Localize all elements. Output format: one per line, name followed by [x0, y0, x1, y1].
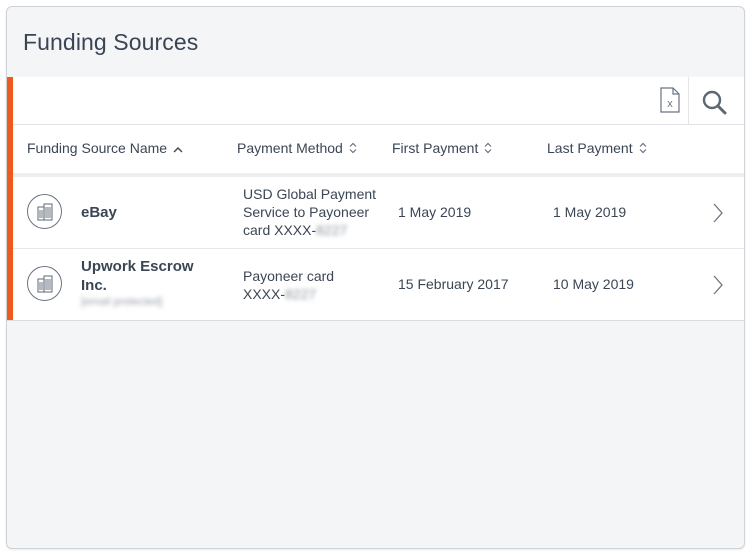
building-icon — [36, 274, 53, 293]
chevron-right-icon[interactable] — [711, 274, 725, 296]
search-button[interactable] — [701, 89, 729, 115]
masked-email: [email protected] — [81, 296, 163, 308]
table-row[interactable]: Upwork Escrow Inc. [email protected] Pay… — [13, 249, 744, 320]
sort-toggle-icon — [639, 141, 647, 157]
funding-sources-table: x Funding Source Name Payment Method Fir… — [7, 77, 744, 321]
svg-text:x: x — [667, 98, 673, 110]
sort-toggle-icon — [349, 141, 357, 157]
sort-toggle-icon — [484, 141, 492, 157]
panel-header: Funding Sources — [7, 7, 744, 78]
page-title: Funding Sources — [23, 29, 199, 55]
funding-source-name: eBay — [81, 204, 117, 221]
table-row[interactable]: eBay USD Global Payment Service to Payon… — [13, 177, 744, 249]
toolbar-divider — [688, 77, 689, 124]
avatar — [27, 194, 62, 229]
column-header-last-payment[interactable]: Last Payment — [547, 140, 647, 157]
payment-method: Payoneer card XXXX-8227 — [243, 268, 335, 302]
building-icon — [36, 202, 53, 221]
funding-source-name: Upwork Escrow Inc. — [81, 258, 194, 294]
sort-ascending-icon — [173, 141, 183, 157]
excel-export-button[interactable]: x — [658, 87, 682, 113]
masked-card-digits: 8227 — [316, 222, 348, 238]
column-header-first-payment[interactable]: First Payment — [392, 140, 492, 157]
masked-card-digits: 8227 — [285, 286, 317, 302]
column-header-payment-method[interactable]: Payment Method — [237, 140, 357, 157]
column-header-funding-source-name[interactable]: Funding Source Name — [27, 140, 183, 157]
funding-sources-panel: Funding Sources x Funding Source Name Pa… — [6, 6, 745, 549]
excel-export-icon: x — [660, 87, 680, 113]
first-payment-date: 15 February 2017 — [398, 276, 509, 292]
chevron-right-icon[interactable] — [711, 202, 725, 224]
table-toolbar: x — [13, 77, 744, 125]
search-icon — [702, 90, 727, 115]
last-payment-date: 1 May 2019 — [553, 204, 627, 220]
last-payment-date: 10 May 2019 — [553, 276, 634, 292]
payment-method: USD Global Payment Service to Payoneer c… — [243, 186, 377, 238]
first-payment-date: 1 May 2019 — [398, 204, 472, 220]
avatar — [27, 266, 62, 301]
